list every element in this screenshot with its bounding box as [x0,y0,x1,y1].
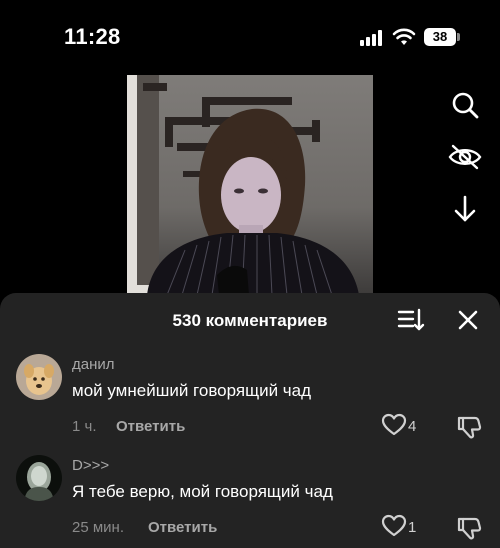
status-bar: 11:28 38 [0,0,500,70]
comment-time: 25 мин. [72,519,124,536]
battery-indicator: 38 [424,28,456,46]
avatar[interactable] [16,455,62,501]
comment-item: D>>> Я тебе верю, мой говорящий чад 25 м… [0,455,500,548]
comment-author[interactable]: D>>> [72,457,109,474]
comment-time: 1 ч. [72,418,97,435]
avatar[interactable] [16,354,62,400]
download-button[interactable] [445,189,485,229]
eye-slash-icon [448,144,482,170]
reply-button[interactable]: Ответить [116,418,185,435]
dog-avatar-icon [16,354,62,400]
battery-tip [457,33,460,41]
like-count: 1 [408,519,417,536]
thumbs-down-icon[interactable] [456,414,482,440]
video-frame [127,75,359,295]
comment-author[interactable]: данил [72,356,115,373]
user-avatar-icon [16,455,62,501]
comments-count-title: 530 комментариев [172,311,328,330]
close-icon[interactable] [454,306,482,334]
search-button[interactable] [445,85,485,125]
comments-sheet: 530 комментариев данил мой умнейший гово… [0,293,500,548]
search-icon [452,92,479,119]
download-arrow-icon [454,195,476,222]
heart-icon[interactable] [381,514,407,538]
sort-icon[interactable] [397,307,425,333]
wifi-icon [392,28,416,45]
reply-button[interactable]: Ответить [148,519,217,536]
thumbs-down-icon[interactable] [456,515,482,541]
status-time: 11:28 [64,24,121,49]
comment-text: Я тебе верю, мой говорящий чад [72,482,333,501]
heart-icon[interactable] [381,413,407,437]
hide-button[interactable] [445,137,485,177]
comment-item: данил мой умнейший говорящий чад 1 ч. От… [0,354,500,454]
cellular-signal-icon [360,30,384,46]
video-player[interactable] [127,75,373,295]
like-count: 4 [408,418,417,435]
comment-text: мой умнейший говорящий чад [72,381,312,400]
